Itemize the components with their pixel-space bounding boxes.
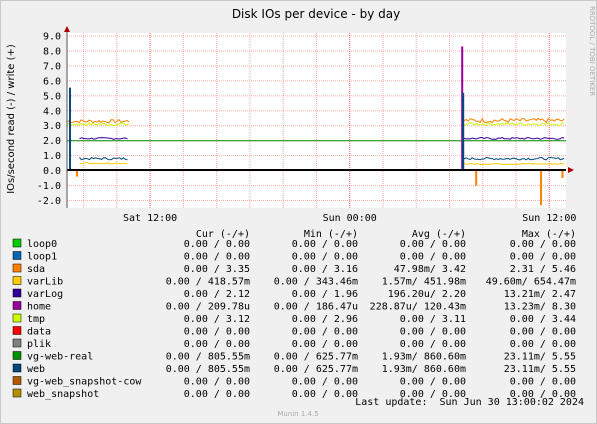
legend-value-min: 0.00 / 1.96	[292, 289, 358, 300]
y-axis-label: IOs/second read (-) / write (+)	[6, 44, 17, 194]
legend-value-cur: 0.00 / 0.00	[184, 252, 250, 263]
munin-graph: Disk IOs per device - by day RRDTOOL / T…	[0, 0, 597, 424]
y-tick-label: 5.0	[43, 91, 61, 102]
legend-value-max: 0.00 / 3.44	[510, 314, 576, 325]
legend-series-name: varLib	[27, 277, 63, 288]
legend-series-name: loop1	[27, 252, 57, 263]
legend-value-cur: 0.00 / 0.00	[184, 339, 250, 350]
legend-series-name: web_snapshot	[27, 389, 99, 400]
legend-value-min: 0.00 / 0.00	[292, 389, 358, 400]
legend-series-name: vg-web-real	[27, 352, 93, 363]
legend-series-name: web	[27, 364, 45, 375]
legend-series-name: varLog	[27, 289, 63, 300]
legend-value-avg: 1.57m/ 451.98m	[382, 277, 466, 288]
legend-value-avg: 0.00 / 0.00	[400, 327, 466, 338]
legend-value-avg: 0.00 / 0.00	[400, 252, 466, 263]
legend-swatch	[12, 326, 22, 335]
y-tick-label: 6.0	[43, 76, 61, 87]
legend-series-name: loop0	[27, 239, 57, 250]
legend-value-cur: 0.00 / 0.00	[184, 327, 250, 338]
y-tick-label: 1.0	[43, 151, 61, 162]
legend-swatch	[12, 376, 22, 385]
legend-value-max: 0.00 / 0.00	[510, 339, 576, 350]
legend-value-cur: 0.00 / 0.00	[184, 239, 250, 250]
legend-swatch	[12, 338, 22, 348]
legend-value-max: 0.00 / 0.00	[510, 327, 576, 338]
legend-value-avg: 1.93m/ 860.60m	[382, 364, 466, 375]
legend-series-name: home	[27, 302, 51, 313]
x-tick-label: Sun 00:00	[323, 213, 377, 224]
last-update: Last update: Sun Jun 30 13:00:02 2024	[355, 397, 584, 408]
legend-swatch	[12, 351, 22, 360]
footer: Munin 1.4.5	[277, 410, 318, 418]
legend-value-cur: 0.00 / 2.12	[184, 289, 250, 300]
legend-swatch	[12, 276, 22, 285]
watermark: RRDTOOL / TOBI OETIKER	[588, 6, 596, 96]
legend-value-max: 23.11m/ 5.55	[504, 352, 576, 363]
legend-value-avg: 228.87u/ 120.43m	[370, 302, 466, 313]
legend-value-cur: 0.00 / 805.55m	[166, 352, 250, 363]
legend-value-max: 2.31 / 5.46	[510, 264, 576, 275]
chart-title: Disk IOs per device - by day	[232, 7, 400, 21]
legend-value-cur: 0.00 / 805.55m	[166, 364, 250, 375]
legend-value-min: 0.00 / 0.00	[292, 239, 358, 250]
legend-value-cur: 0.00 / 0.00	[184, 389, 250, 400]
legend-value-min: 0.00 / 0.00	[292, 252, 358, 263]
x-tick-label: Sat 12:00	[123, 213, 177, 224]
legend-value-avg: 0.00 / 0.00	[400, 339, 466, 350]
legend-value-min: 0.00 / 186.47u	[274, 302, 358, 313]
y-tick-label: 3.0	[43, 121, 61, 132]
legend-value-cur: 0.00 / 0.00	[184, 377, 250, 388]
legend-value-avg: 0.00 / 3.11	[400, 314, 466, 325]
y-tick-label: 8.0	[43, 46, 61, 57]
legend-series-name: sda	[27, 264, 45, 275]
legend-value-min: 0.00 / 0.00	[292, 327, 358, 338]
legend-value-max: 49.60m/ 654.47m	[486, 277, 576, 288]
legend-value-min: 0.00 / 343.46m	[274, 277, 358, 288]
y-tick-label: 7.0	[43, 61, 61, 72]
legend-value-min: 0.00 / 625.77m	[274, 352, 358, 363]
legend-value-cur: 0.00 / 418.57m	[166, 277, 250, 288]
legend-swatch	[12, 238, 22, 248]
legend-value-cur: 0.00 / 3.35	[184, 264, 250, 275]
legend-series-name: vg-web_snapshot-cow	[27, 377, 142, 388]
legend-swatch	[12, 301, 22, 310]
legend-value-cur: 0.00 / 209.78u	[166, 302, 250, 313]
legend-value-max: 0.00 / 0.00	[510, 252, 576, 263]
legend-value-max: 23.11m/ 5.55	[504, 364, 576, 375]
y-tick-label: -2.0	[37, 196, 61, 207]
legend-value-min: 0.00 / 0.00	[292, 339, 358, 350]
legend-value-max: 13.21m/ 2.47	[504, 289, 576, 300]
y-tick-label: 9.0	[43, 31, 61, 42]
legend-value-max: 13.23m/ 8.30	[504, 302, 576, 313]
legend-value-min: 0.00 / 2.96	[292, 314, 358, 325]
legend-value-max: 0.00 / 0.00	[510, 377, 576, 388]
legend-swatch	[12, 363, 22, 373]
legend-value-min: 0.00 / 0.00	[292, 377, 358, 388]
legend-value-min: 0.00 / 3.16	[292, 264, 358, 275]
legend-series-name: data	[27, 327, 51, 338]
legend-series-name: tmp	[27, 314, 45, 325]
legend-swatch	[12, 313, 22, 323]
legend-value-avg: 0.00 / 0.00	[400, 377, 466, 388]
legend-swatch	[12, 251, 22, 260]
legend-value-avg: 0.00 / 0.00	[400, 239, 466, 250]
legend-swatch	[12, 388, 22, 398]
y-tick-label: 0.0	[43, 166, 61, 177]
legend-swatch	[12, 263, 22, 273]
legend-value-avg: 47.98m/ 3.42	[394, 264, 466, 275]
legend-series-name: plik	[27, 339, 51, 350]
plot-area: 9.0 8.0 7.0 6.0 5.0 4.0 3.0 2.0 1.0 0.0 -1.0 -2.0 S…	[37, 26, 576, 224]
legend-swatch	[12, 288, 22, 298]
legend-value-cur: 0.00 / 3.12	[184, 314, 250, 325]
y-tick-label: 2.0	[43, 136, 61, 147]
legend-value-avg: 196.20u/ 2.20	[388, 289, 466, 300]
legend-value-min: 0.00 / 625.77m	[274, 364, 358, 375]
y-tick-label: 4.0	[43, 106, 61, 117]
legend-value-avg: 1.93m/ 860.60m	[382, 352, 466, 363]
x-tick-label: Sun 12:00	[522, 213, 576, 224]
y-tick-label: -1.0	[37, 181, 61, 192]
legend-value-max: 0.00 / 0.00	[510, 239, 576, 250]
